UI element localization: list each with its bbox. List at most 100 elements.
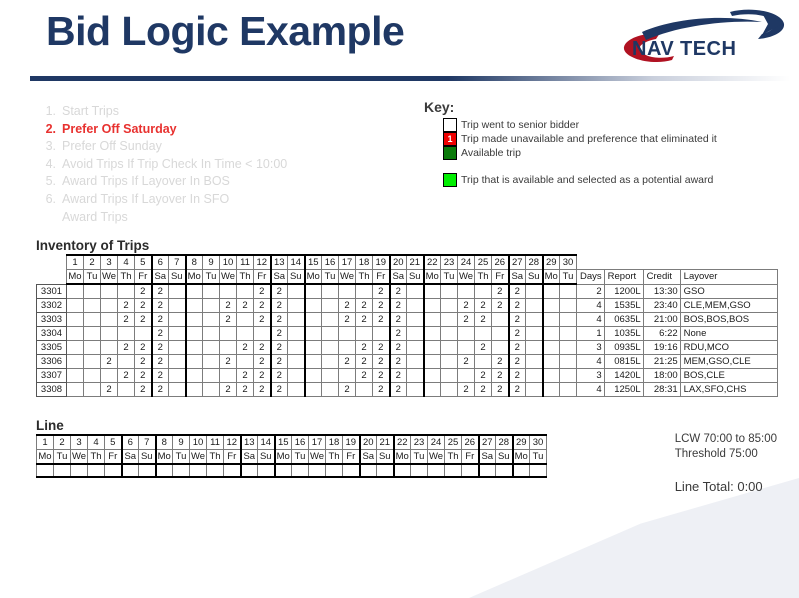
trip-day-cell[interactable] xyxy=(219,368,237,383)
line-day-cell[interactable] xyxy=(512,463,530,478)
trip-day-cell[interactable]: 2 xyxy=(134,283,152,299)
preference-item-2[interactable]: 2. Prefer Off Saturday xyxy=(42,121,402,139)
trip-day-cell[interactable]: 2 xyxy=(457,354,475,369)
table-row[interactable]: 3308 2 2 2 2 2 2 2 2 2 2 2 2 2 2 4 1250L 28:31 LAX,SFO,CHS xyxy=(36,382,778,397)
trip-day-cell[interactable]: 2 xyxy=(491,382,509,397)
trip-day-cell[interactable] xyxy=(355,382,373,397)
trip-day-cell[interactable] xyxy=(287,354,306,369)
trip-day-cell[interactable]: 2 xyxy=(150,326,169,341)
trip-day-cell[interactable]: 2 xyxy=(388,283,407,299)
table-row[interactable]: 3307 2 2 2 2 2 2 2 2 2 2 2 2 3 1420L 18:00 BOS,CLE xyxy=(36,368,778,383)
trip-day-cell[interactable] xyxy=(542,382,560,397)
trip-day-cell[interactable]: 2 xyxy=(150,382,169,397)
trip-day-cell[interactable] xyxy=(117,326,135,341)
trip-day-cell[interactable]: 2 xyxy=(134,312,152,327)
trip-day-cell[interactable] xyxy=(559,298,577,313)
trip-day-cell[interactable]: 2 xyxy=(236,382,254,397)
trip-day-cell[interactable] xyxy=(321,382,339,397)
line-day-cell[interactable] xyxy=(376,463,395,478)
trip-day-cell[interactable] xyxy=(168,312,187,327)
trip-day-cell[interactable] xyxy=(559,354,577,369)
line-day-cell[interactable] xyxy=(342,463,360,478)
trip-day-cell[interactable] xyxy=(236,326,254,341)
trip-day-cell[interactable] xyxy=(559,382,577,397)
trip-day-cell[interactable] xyxy=(457,326,475,341)
trip-day-cell[interactable] xyxy=(406,382,425,397)
trip-day-cell[interactable] xyxy=(338,283,356,299)
trip-day-cell[interactable] xyxy=(168,368,187,383)
trip-day-cell[interactable] xyxy=(440,340,458,355)
trip-day-cell[interactable] xyxy=(236,283,254,299)
trip-day-cell[interactable] xyxy=(100,326,118,341)
trip-day-cell[interactable] xyxy=(236,312,254,327)
trip-day-cell[interactable] xyxy=(100,340,118,355)
trip-day-cell[interactable] xyxy=(559,283,577,299)
trip-day-cell[interactable]: 2 xyxy=(219,382,237,397)
trip-day-cell[interactable] xyxy=(525,368,544,383)
trip-day-cell[interactable]: 2 xyxy=(491,354,509,369)
trip-day-cell[interactable] xyxy=(542,340,560,355)
trip-day-cell[interactable]: 2 xyxy=(219,312,237,327)
trip-day-cell[interactable] xyxy=(117,382,135,397)
trip-day-cell[interactable]: 2 xyxy=(388,354,407,369)
trip-day-cell[interactable] xyxy=(525,382,544,397)
trip-day-cell[interactable] xyxy=(559,340,577,355)
trip-day-cell[interactable] xyxy=(100,312,118,327)
trip-day-cell[interactable] xyxy=(202,368,220,383)
line-day-cell[interactable] xyxy=(36,463,54,478)
trip-day-cell[interactable]: 2 xyxy=(150,340,169,355)
trip-day-cell[interactable]: 2 xyxy=(134,382,152,397)
line-day-cell[interactable] xyxy=(410,463,428,478)
trip-day-cell[interactable]: 2 xyxy=(219,354,237,369)
trip-day-cell[interactable]: 2 xyxy=(117,298,135,313)
trip-day-cell[interactable] xyxy=(457,368,475,383)
trip-day-cell[interactable]: 2 xyxy=(269,354,288,369)
trip-day-cell[interactable] xyxy=(202,298,220,313)
trip-day-cell[interactable]: 2 xyxy=(150,298,169,313)
line-day-cell[interactable] xyxy=(104,463,122,478)
trip-day-cell[interactable]: 2 xyxy=(388,326,407,341)
trip-day-cell[interactable]: 2 xyxy=(253,298,271,313)
trip-day-cell[interactable]: 2 xyxy=(150,283,169,299)
trip-day-cell[interactable]: 2 xyxy=(253,312,271,327)
trip-day-cell[interactable]: 2 xyxy=(474,312,492,327)
table-row[interactable]: 3302 2 2 2 2 2 2 2 2 2 2 2 2 2 2 2 4 1535L 23:40 CLE,MEM,GS… xyxy=(36,298,778,313)
trip-day-cell[interactable] xyxy=(406,298,425,313)
table-row[interactable]: 3303 2 2 2 2 2 2 2 2 2 2 2 2 2 4 0635L 21:00 BOS,BOS,BOS xyxy=(36,312,778,327)
trip-day-cell[interactable] xyxy=(202,312,220,327)
trip-day-cell[interactable]: 2 xyxy=(355,298,373,313)
trip-day-cell[interactable] xyxy=(321,326,339,341)
trip-day-cell[interactable]: 2 xyxy=(474,368,492,383)
trip-day-cell[interactable] xyxy=(406,340,425,355)
trip-day-cell[interactable] xyxy=(185,340,203,355)
preference-item-3[interactable]: 3. Prefer Off Sunday xyxy=(42,138,402,156)
trip-day-cell[interactable]: 2 xyxy=(134,368,152,383)
trip-day-cell[interactable] xyxy=(117,283,135,299)
trip-day-cell[interactable]: 2 xyxy=(219,298,237,313)
preference-item-6[interactable]: 6. Award Trips If Layover In SFO xyxy=(42,191,402,209)
trip-day-cell[interactable]: 2 xyxy=(117,368,135,383)
trip-day-cell[interactable] xyxy=(559,368,577,383)
trip-day-cell[interactable] xyxy=(66,298,84,313)
trip-day-cell[interactable] xyxy=(423,283,441,299)
trip-day-cell[interactable] xyxy=(338,326,356,341)
trip-day-cell[interactable]: 2 xyxy=(507,312,526,327)
trip-day-cell[interactable]: 2 xyxy=(372,283,390,299)
trip-day-cell[interactable] xyxy=(83,368,101,383)
line-day-cell[interactable] xyxy=(53,463,71,478)
trip-day-cell[interactable] xyxy=(542,312,560,327)
trip-day-cell[interactable] xyxy=(168,326,187,341)
trip-day-cell[interactable] xyxy=(440,298,458,313)
trip-day-cell[interactable]: 2 xyxy=(253,340,271,355)
trip-day-cell[interactable] xyxy=(83,354,101,369)
trip-day-cell[interactable]: 2 xyxy=(474,340,492,355)
trip-day-cell[interactable] xyxy=(457,340,475,355)
trip-day-cell[interactable]: 2 xyxy=(457,382,475,397)
trip-day-cell[interactable]: 2 xyxy=(150,368,169,383)
trip-day-cell[interactable] xyxy=(304,354,322,369)
trip-day-cell[interactable] xyxy=(423,312,441,327)
trip-day-cell[interactable] xyxy=(100,298,118,313)
trip-day-cell[interactable] xyxy=(168,298,187,313)
trip-day-cell[interactable]: 2 xyxy=(134,298,152,313)
trip-day-cell[interactable]: 2 xyxy=(372,382,390,397)
